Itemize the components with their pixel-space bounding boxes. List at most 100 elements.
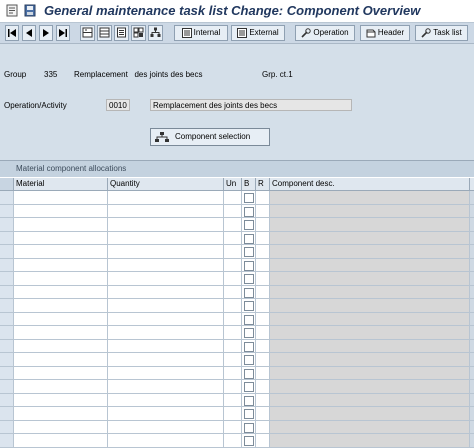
material-cell[interactable] <box>14 366 108 379</box>
bulk-material-checkbox[interactable] <box>244 220 254 230</box>
unit-cell[interactable] <box>224 204 242 217</box>
unit-cell[interactable] <box>224 326 242 339</box>
bulk-material-checkbox[interactable] <box>244 301 254 311</box>
next-page-button[interactable] <box>39 25 53 41</box>
operation-button[interactable]: Operation <box>295 25 355 41</box>
quantity-cell[interactable] <box>108 231 224 244</box>
material-cell[interactable] <box>14 245 108 258</box>
unit-cell[interactable] <box>224 299 242 312</box>
unit-cell[interactable] <box>224 407 242 420</box>
material-cell[interactable] <box>14 299 108 312</box>
material-cell[interactable] <box>14 204 108 217</box>
material-cell[interactable] <box>14 380 108 393</box>
material-cell[interactable] <box>14 393 108 406</box>
quantity-cell[interactable] <box>108 353 224 366</box>
bulk-material-checkbox[interactable] <box>244 206 254 217</box>
exit-icon[interactable] <box>6 4 18 17</box>
quantity-cell[interactable] <box>108 339 224 352</box>
bulk-material-checkbox[interactable] <box>244 287 254 298</box>
hierarchy-button[interactable] <box>148 25 163 41</box>
row-selector[interactable] <box>0 245 14 258</box>
quantity-cell[interactable] <box>108 380 224 393</box>
row-selector[interactable] <box>0 366 14 379</box>
component-selection-button[interactable]: Component selection <box>150 128 270 146</box>
material-cell[interactable] <box>14 420 108 433</box>
row-selector[interactable] <box>0 326 14 339</box>
internal-button[interactable]: Internal <box>174 25 228 41</box>
row-selector[interactable] <box>0 231 14 244</box>
row-selector[interactable] <box>0 380 14 393</box>
row-selector[interactable] <box>0 312 14 325</box>
quantity-cell[interactable] <box>108 299 224 312</box>
quantity-cell[interactable] <box>108 272 224 285</box>
quantity-cell[interactable] <box>108 204 224 217</box>
unit-cell[interactable] <box>224 420 242 433</box>
quantity-cell[interactable] <box>108 326 224 339</box>
unit-cell[interactable] <box>224 231 242 244</box>
column-header-quantity[interactable]: Quantity <box>108 178 224 190</box>
column-header-unit[interactable]: Un <box>224 178 242 190</box>
bulk-material-checkbox[interactable] <box>244 341 254 352</box>
quantity-cell[interactable] <box>108 245 224 258</box>
quantity-cell[interactable] <box>108 218 224 231</box>
operation-number-field[interactable]: 0010 <box>106 99 130 111</box>
bulk-material-checkbox[interactable] <box>244 328 254 338</box>
bulk-material-checkbox[interactable] <box>244 395 254 406</box>
bulk-material-checkbox[interactable] <box>244 274 254 284</box>
bulk-material-checkbox[interactable] <box>244 247 254 257</box>
quantity-cell[interactable] <box>108 191 224 204</box>
row-selector[interactable] <box>0 191 14 204</box>
select-all-button[interactable] <box>131 25 146 41</box>
material-cell[interactable] <box>14 218 108 231</box>
unit-cell[interactable] <box>224 191 242 204</box>
unit-cell[interactable] <box>224 339 242 352</box>
previous-page-button[interactable] <box>22 25 36 41</box>
material-cell[interactable] <box>14 272 108 285</box>
material-cell[interactable] <box>14 231 108 244</box>
material-cell[interactable] <box>14 326 108 339</box>
external-button[interactable]: External <box>231 25 285 41</box>
material-cell[interactable] <box>14 258 108 271</box>
delete-line-button[interactable] <box>97 25 112 41</box>
bulk-material-checkbox[interactable] <box>244 260 254 271</box>
save-icon[interactable] <box>24 4 36 17</box>
copy-line-button[interactable] <box>114 25 129 41</box>
quantity-cell[interactable] <box>108 393 224 406</box>
row-selector[interactable] <box>0 258 14 271</box>
row-selector[interactable] <box>0 353 14 366</box>
material-cell[interactable] <box>14 339 108 352</box>
column-header-r[interactable]: R <box>256 178 270 190</box>
bulk-material-checkbox[interactable] <box>244 436 254 446</box>
row-selector[interactable] <box>0 407 14 420</box>
operation-description-field[interactable]: Remplacement des joints des becs <box>150 99 352 111</box>
quantity-cell[interactable] <box>108 420 224 433</box>
unit-cell[interactable] <box>224 312 242 325</box>
row-selector[interactable] <box>0 285 14 298</box>
row-selector[interactable] <box>0 218 14 231</box>
bulk-material-checkbox[interactable] <box>244 368 254 379</box>
unit-cell[interactable] <box>224 285 242 298</box>
material-cell[interactable] <box>14 285 108 298</box>
task-list-button[interactable]: Task list <box>415 25 468 41</box>
bulk-material-checkbox[interactable] <box>244 314 254 325</box>
material-cell[interactable] <box>14 407 108 420</box>
material-cell[interactable] <box>14 191 108 204</box>
unit-cell[interactable] <box>224 245 242 258</box>
material-cell[interactable] <box>14 353 108 366</box>
header-button[interactable]: Header <box>360 25 410 41</box>
unit-cell[interactable] <box>224 218 242 231</box>
material-cell[interactable] <box>14 312 108 325</box>
row-selector[interactable] <box>0 204 14 217</box>
row-selector[interactable] <box>0 272 14 285</box>
column-header-component-desc[interactable]: Component desc. <box>270 178 470 190</box>
quantity-cell[interactable] <box>108 407 224 420</box>
bulk-material-checkbox[interactable] <box>244 233 254 244</box>
quantity-cell[interactable] <box>108 285 224 298</box>
unit-cell[interactable] <box>224 272 242 285</box>
row-selector[interactable] <box>0 420 14 433</box>
unit-cell[interactable] <box>224 366 242 379</box>
quantity-cell[interactable] <box>108 312 224 325</box>
bulk-material-checkbox[interactable] <box>244 382 254 392</box>
quantity-cell[interactable] <box>108 258 224 271</box>
column-header-material[interactable]: Material <box>14 178 108 190</box>
